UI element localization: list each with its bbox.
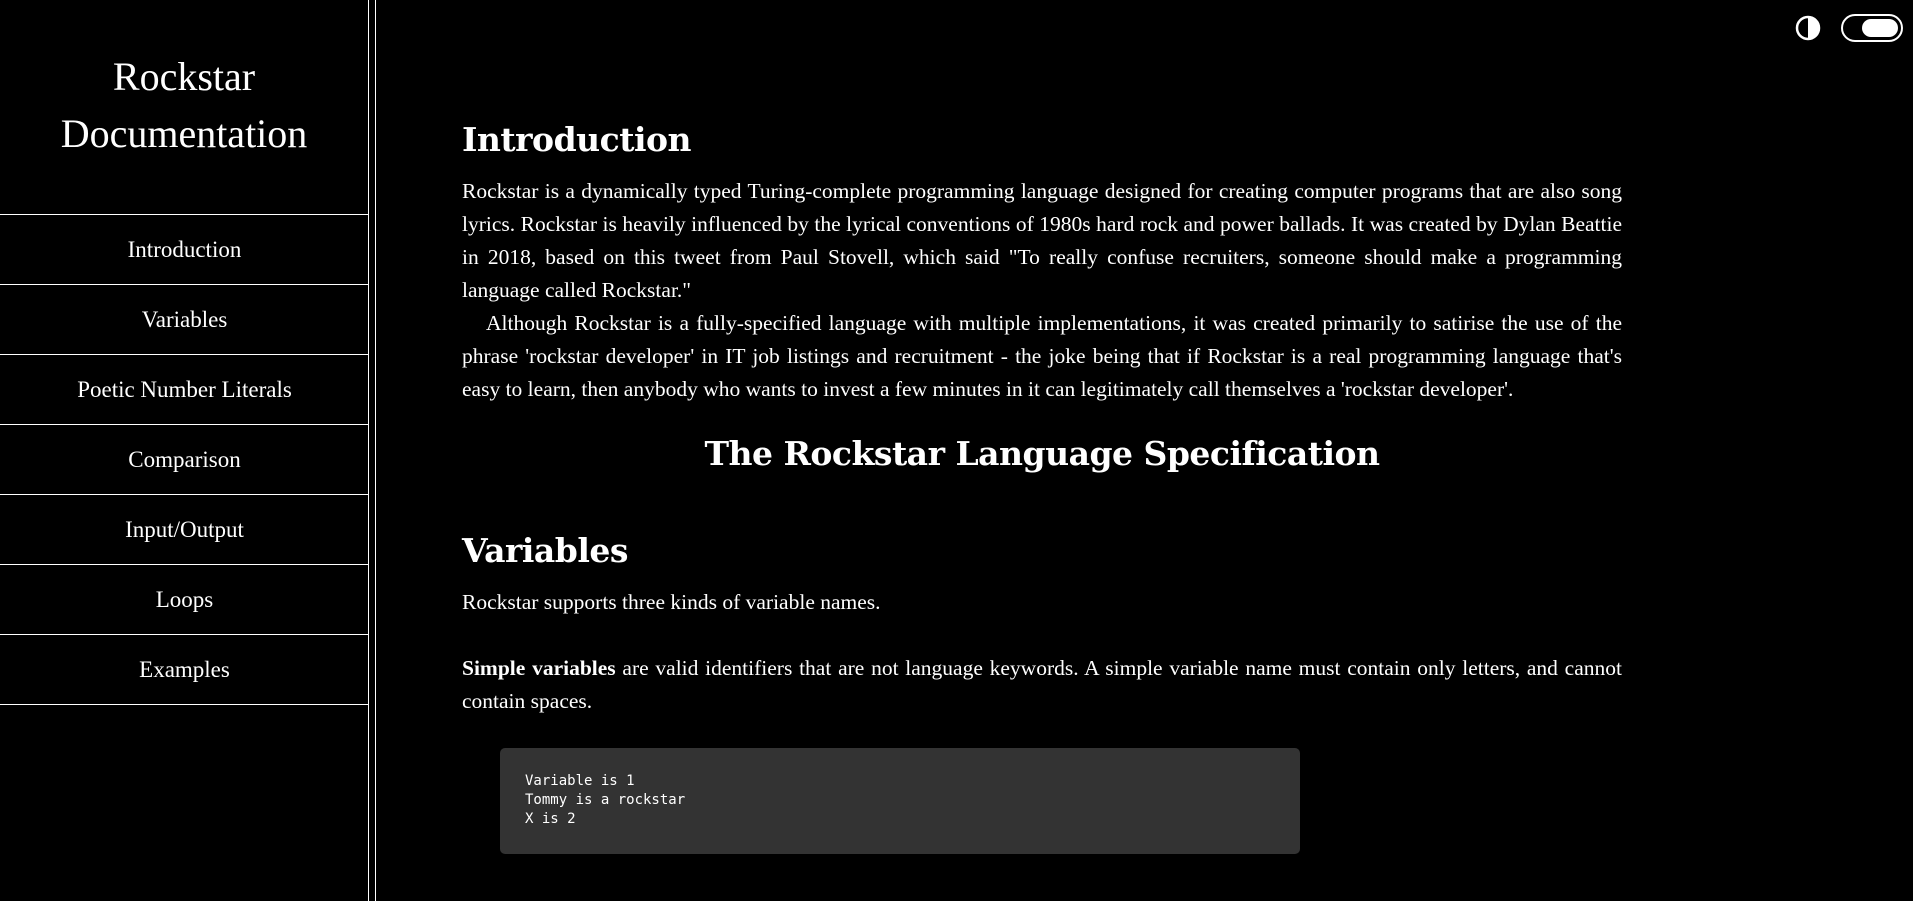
variables-paragraph: Rockstar supports three kinds of variabl… [462,590,881,614]
sidebar-nav: Introduction Variables Poetic Number Lit… [0,214,369,705]
sidebar-divider [375,0,376,901]
site-title-line2: Documentation [60,111,308,156]
sidebar-item-introduction[interactable]: Introduction [0,215,369,285]
sidebar-item-loops[interactable]: Loops [0,565,369,635]
sidebar-item-input-output[interactable]: Input/Output [0,495,369,565]
simple-variables-term: Simple variables [462,656,616,680]
sidebar-item-variables[interactable]: Variables [0,285,369,355]
spec-heading: The Rockstar Language Specification [704,434,1380,473]
sidebar-item-examples[interactable]: Examples [0,635,369,705]
introduction-heading: Introduction [462,120,692,159]
main-content: Introduction Rockstar is a dynamically t… [462,120,1622,854]
topbar [1795,14,1903,42]
simple-variables-paragraph: Simple variables are valid identifiers t… [462,652,1622,718]
sidebar-item-poetic-number-literals[interactable]: Poetic Number Literals [0,355,369,425]
variables-heading: Variables [462,531,628,570]
sidebar-item-comparison[interactable]: Comparison [0,425,369,495]
introduction-paragraph: Rockstar is a dynamically typed Turing-c… [462,179,1622,302]
theme-toggle-knob [1862,19,1898,37]
code-block: Variable is 1 Tommy is a rockstar X is 2 [500,748,1300,854]
site-title: Rockstar Documentation [0,0,368,166]
sidebar: Rockstar Documentation Introduction Vari… [0,0,369,901]
contrast-icon[interactable] [1795,15,1821,41]
site-title-line1: Rockstar [112,54,256,99]
simple-variables-description: are valid identifiers that are not langu… [462,656,1622,713]
introduction-paragraph-2: Although Rockstar is a fully-specified l… [462,311,1622,401]
theme-toggle[interactable] [1841,14,1903,42]
